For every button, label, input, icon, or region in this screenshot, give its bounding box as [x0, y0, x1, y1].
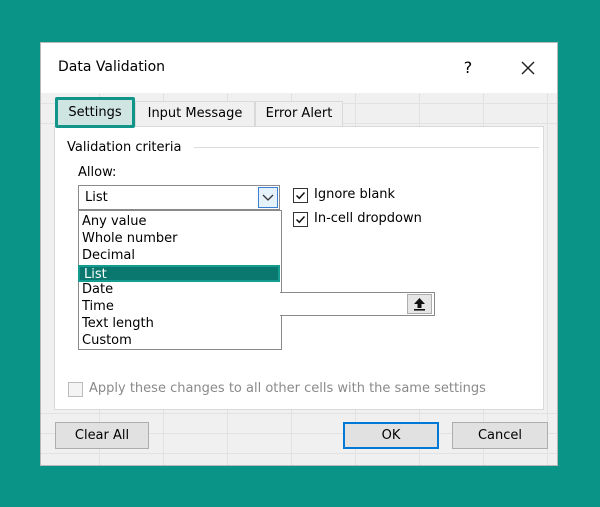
option-date[interactable]: Date [82, 282, 113, 298]
validation-criteria-title: Validation criteria [67, 140, 182, 155]
option-any-value[interactable]: Any value [82, 214, 146, 230]
option-list[interactable]: List [78, 265, 280, 282]
ok-button[interactable]: OK [343, 422, 439, 449]
option-text-length[interactable]: Text length [82, 316, 154, 332]
allow-options-list: Any value Whole number Decimal List Date… [78, 210, 282, 350]
chevron-down-icon [262, 194, 274, 201]
option-decimal[interactable]: Decimal [82, 248, 135, 264]
allow-label: Allow: [78, 165, 117, 180]
help-button[interactable]: ? [455, 56, 481, 80]
option-custom[interactable]: Custom [82, 333, 132, 349]
collapse-dialog-button[interactable] [407, 294, 432, 314]
apply-all-checkbox[interactable] [68, 382, 83, 397]
allow-select[interactable]: List [78, 185, 280, 210]
option-time[interactable]: Time [82, 299, 114, 315]
clear-all-button[interactable]: Clear All [55, 422, 149, 449]
tab-settings[interactable]: Settings [55, 97, 135, 128]
option-whole-number[interactable]: Whole number [82, 231, 178, 247]
close-button[interactable] [510, 53, 546, 83]
upload-arrow-icon [414, 298, 425, 311]
title-bar: Data Validation ? [41, 43, 557, 93]
cancel-button[interactable]: Cancel [452, 422, 548, 449]
allow-selected-value: List [85, 190, 108, 205]
allow-dropdown-button[interactable] [258, 187, 278, 208]
tab-input-message[interactable]: Input Message [135, 101, 255, 126]
close-icon [521, 61, 535, 75]
group-divider [194, 147, 539, 148]
data-validation-dialog: Data Validation ? Settings Input Message… [40, 42, 558, 466]
in-cell-dropdown-label: In-cell dropdown [314, 211, 422, 226]
dialog-title: Data Validation [58, 59, 166, 75]
ignore-blank-label: Ignore blank [314, 187, 396, 202]
checkmark-icon [295, 215, 306, 224]
checkmark-icon [295, 191, 306, 200]
tab-error-alert[interactable]: Error Alert [255, 101, 343, 126]
in-cell-dropdown-checkbox[interactable] [293, 212, 308, 227]
apply-all-label: Apply these changes to all other cells w… [89, 381, 486, 396]
ignore-blank-checkbox[interactable] [293, 188, 308, 203]
